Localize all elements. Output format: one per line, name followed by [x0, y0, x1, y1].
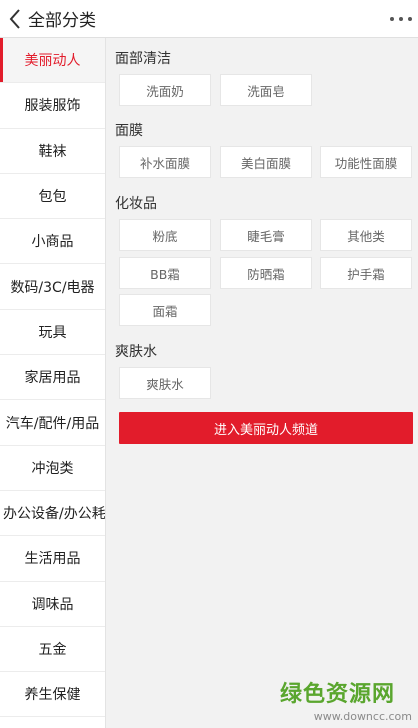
tag-button[interactable]: 补水面膜	[119, 146, 211, 178]
header-bar: 全部分类	[0, 0, 418, 38]
tag-button[interactable]: 洗面皂	[220, 74, 312, 106]
category-content: 面部清洁 洗面奶 洗面皂 面膜 补水面膜 美白面膜 功能性面膜 化妆品 粉底 睫…	[106, 38, 418, 728]
watermark-title: 绿色资源网	[280, 682, 396, 707]
tag-button[interactable]: 面霜	[119, 294, 211, 326]
tag-button[interactable]: 其他类	[320, 219, 412, 251]
section-title: 化妆品	[115, 196, 157, 212]
tag-button[interactable]: 防晒霜	[220, 257, 312, 289]
sidebar-item-toys[interactable]: 玩具	[0, 310, 105, 356]
sidebar-item-beauty[interactable]: 美丽动人	[0, 38, 105, 84]
back-button[interactable]	[2, 0, 28, 38]
category-sidebar: 美丽动人 服装服饰 鞋袜 包包 小商品 数码/3C/电器 玩具 家居用品 汽车/…	[0, 38, 106, 728]
tag-button[interactable]: 洗面奶	[119, 74, 211, 106]
sidebar-item-condiments[interactable]: 调味品	[0, 582, 105, 627]
sidebar-item-daily[interactable]: 生活用品	[0, 536, 105, 582]
sidebar-item-hardware[interactable]: 五金	[0, 627, 105, 673]
sidebar-item-office[interactable]: 办公设备/办公耗材	[0, 491, 105, 537]
section-title: 爽肤水	[115, 344, 157, 360]
tag-button[interactable]: 功能性面膜	[320, 146, 412, 178]
sidebar-item-bags[interactable]: 包包	[0, 174, 105, 220]
sidebar-item-clothing[interactable]: 服装服饰	[0, 83, 105, 129]
tag-button[interactable]: 护手霜	[320, 257, 412, 289]
app: 全部分类 美丽动人 服装服饰 鞋袜 包包 小商品 数码/3C/电器 玩具 家居用…	[0, 0, 418, 728]
sidebar-item-digital[interactable]: 数码/3C/电器	[0, 264, 105, 310]
tag-button[interactable]: 美白面膜	[220, 146, 312, 178]
tag-button[interactable]: 爽肤水	[119, 367, 211, 399]
watermark-logo: 绿色资源网 www.downcc.com	[280, 676, 416, 724]
tag-button[interactable]: BB霜	[119, 257, 211, 289]
sidebar-item-shoes-socks[interactable]: 鞋袜	[0, 129, 105, 174]
sidebar-item-health[interactable]: 养生保健	[0, 672, 105, 718]
tag-button[interactable]: 睫毛膏	[220, 219, 312, 251]
section-title: 面膜	[115, 123, 143, 139]
tag-button[interactable]: 粉底	[119, 219, 211, 251]
sidebar-item-home[interactable]: 家居用品	[0, 355, 105, 401]
more-dots-icon[interactable]	[390, 10, 412, 28]
sidebar-item-auto[interactable]: 汽车/配件/用品	[0, 400, 105, 446]
sidebar-item-small-goods[interactable]: 小商品	[0, 219, 105, 265]
page-title: 全部分类	[28, 11, 96, 31]
watermark-url: www.downcc.com	[313, 710, 412, 723]
chevron-left-icon	[9, 8, 20, 29]
enter-channel-button[interactable]: 进入美丽动人频道	[119, 412, 413, 444]
section-title: 面部清洁	[115, 51, 171, 67]
sidebar-item-brewing[interactable]: 冲泡类	[0, 446, 105, 491]
